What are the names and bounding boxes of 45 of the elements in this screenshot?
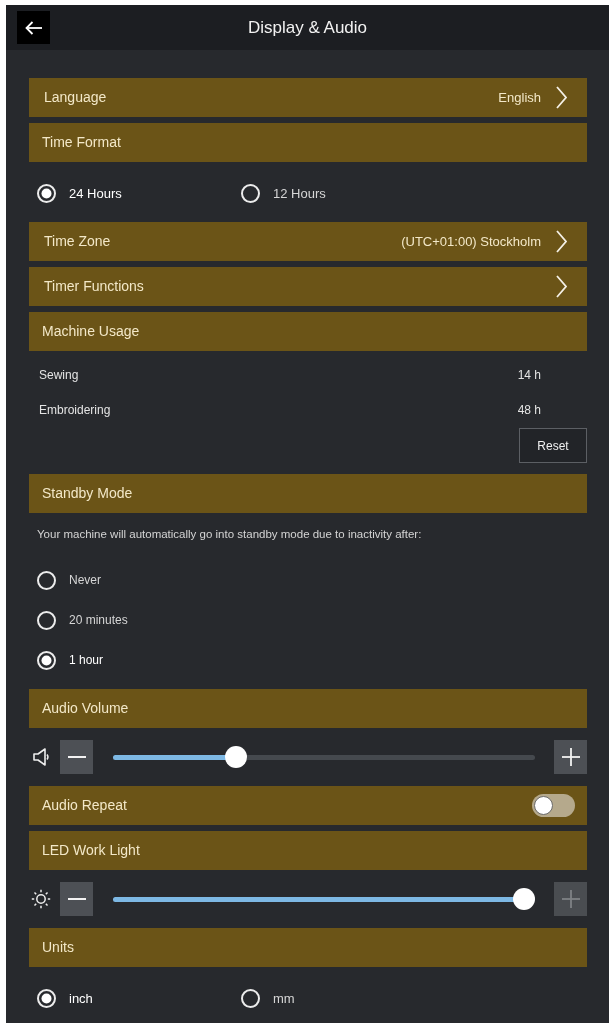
slider-thumb[interactable] [513, 888, 535, 910]
setting-link[interactable]: Language English [29, 78, 587, 117]
speaker-icon [32, 748, 50, 766]
minus-icon [67, 756, 86, 758]
usage-label: Sewing [39, 366, 79, 384]
section-header: Units [29, 928, 587, 967]
slider-thumb[interactable] [225, 746, 247, 768]
minus-button[interactable] [60, 882, 93, 916]
usage-value: 14 h [517, 366, 541, 384]
minus-icon [67, 898, 86, 900]
screen-title: Display & Audio [246, 16, 369, 39]
setting-link[interactable]: Timer Functions [29, 267, 587, 306]
radio-option[interactable]: 1 hour [37, 650, 104, 670]
section-header: Audio Volume [29, 689, 587, 728]
setting-link[interactable]: Time Zone (UTC+01:00) Stockholm [29, 222, 587, 261]
plus-button[interactable] [554, 740, 587, 774]
minus-button[interactable] [60, 740, 93, 774]
standby-description: Your machine will automatically go into standby mode due to inactivity after: [37, 527, 423, 542]
section-header: Machine Usage [29, 312, 587, 351]
setting-value: English [498, 88, 541, 107]
radio-option[interactable]: Never [37, 570, 101, 590]
toggle-switch[interactable] [532, 794, 575, 817]
radio-option[interactable]: 12 Hours [241, 184, 445, 204]
radio-option[interactable]: inch [37, 989, 241, 1009]
radio-option[interactable]: mm [241, 989, 445, 1009]
setting-value: (UTC+01:00) Stockholm [401, 232, 541, 251]
chevron-right-icon [556, 230, 567, 253]
chevron-right-icon [556, 275, 567, 298]
section-header: Standby Mode [29, 474, 587, 513]
sun-icon [31, 889, 51, 909]
plus-icon [561, 890, 580, 908]
chevron-right-icon [556, 86, 567, 109]
radio-option[interactable]: 20 minutes [37, 610, 128, 630]
back-button[interactable] [17, 11, 50, 44]
slider[interactable] [113, 746, 535, 768]
usage-label: Embroidering [39, 401, 111, 419]
section-header: Time Format [29, 123, 587, 162]
usage-value: 48 h [517, 401, 541, 419]
radio-option[interactable]: 24 Hours [37, 184, 241, 204]
setting-label: Audio Repeat [42, 796, 127, 815]
plus-icon [561, 748, 580, 766]
section-header: LED Work Light [29, 831, 587, 870]
slider[interactable] [113, 888, 535, 910]
arrow-left-icon [25, 20, 42, 35]
reset-button[interactable]: Reset [519, 428, 587, 463]
